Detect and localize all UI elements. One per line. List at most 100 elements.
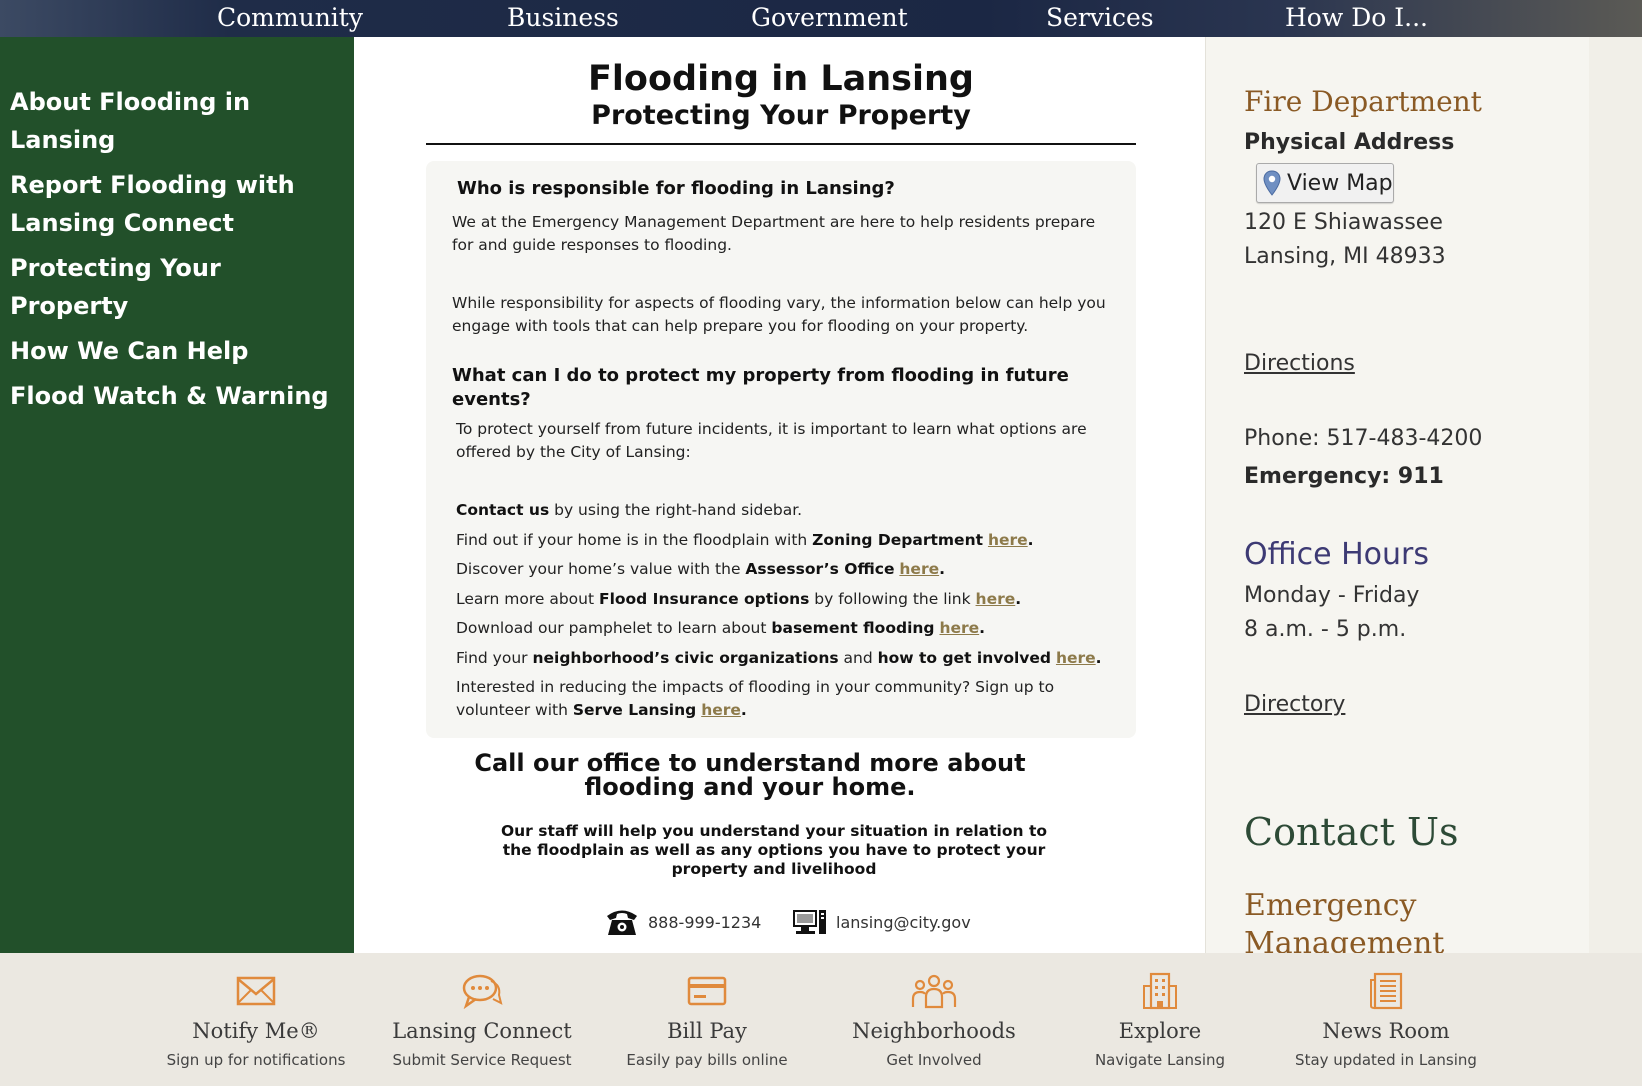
page-title-block: Flooding in Lansing Protecting Your Prop… <box>426 59 1136 145</box>
volunteer-here-link[interactable]: here <box>701 701 741 719</box>
newspaper-icon <box>1281 971 1491 1011</box>
footer-item-title: News Room <box>1322 1019 1450 1043</box>
footer-item-title: Lansing Connect <box>392 1019 572 1043</box>
sidebar-item-report-flooding[interactable]: Report Flooding with Lansing Connect <box>10 166 340 242</box>
footer-item-title: Bill Pay <box>667 1019 747 1043</box>
footer-item-subtitle: Submit Service Request <box>392 1051 572 1069</box>
phone-number[interactable]: 888-999-1234 <box>648 913 761 932</box>
nav-services[interactable]: Services <box>1046 0 1154 37</box>
footer-item-notify-me[interactable]: Notify Me® Sign up for notifications <box>151 971 361 1069</box>
address-line-2: Lansing, MI 48933 <box>1244 244 1446 269</box>
call-to-action-title: Call our office to understand more about… <box>474 749 1026 801</box>
nav-government[interactable]: Government <box>751 0 908 37</box>
volunteer-text: Interested in reducing the impacts of fl… <box>456 678 1055 719</box>
contact-us-heading: Contact Us <box>1244 810 1459 854</box>
options-list: Contact us by using the right-hand sideb… <box>456 499 1110 722</box>
footer-item-subtitle: Stay updated in Lansing <box>1295 1051 1477 1069</box>
emergency-text: Emergency: 911 <box>1244 464 1444 489</box>
footer-item-subtitle: Get Involved <box>886 1051 982 1069</box>
phone-contact: 888-999-1234 <box>604 905 761 939</box>
paragraph-3: To protect yourself from future incident… <box>456 420 1087 461</box>
list-item-basement: Download our pamphelet to learn about ba… <box>456 619 986 637</box>
footer-item-subtitle: Navigate Lansing <box>1094 1051 1226 1069</box>
email-address[interactable]: lansing@city.gov <box>836 913 971 932</box>
footer-item-news-room[interactable]: News Room Stay updated in Lansing <box>1281 971 1491 1069</box>
basement-text: Download our pamphelet to learn about <box>456 619 772 637</box>
footer-item-explore[interactable]: Explore Navigate Lansing <box>1055 971 1265 1069</box>
civic-label: neighborhood’s civic organizations <box>532 648 839 667</box>
civic-text-2: and <box>838 648 878 667</box>
phone-text: Phone: 517-483-4200 <box>1244 426 1483 451</box>
footer-item-title: Neighborhoods <box>852 1019 1016 1043</box>
right-sidebar: Fire Department Physical Address View Ma… <box>1205 37 1589 999</box>
directions-link[interactable]: Directions <box>1244 351 1355 376</box>
list-item-assessor: Discover your home’s value with the Asse… <box>456 560 945 578</box>
contact-us-label: Contact us <box>456 501 550 519</box>
footer-item-title: Explore <box>1118 1019 1202 1043</box>
question-heading-2: What can I do to protect my property fro… <box>452 365 1069 410</box>
zoning-label: Zoning Department <box>812 530 984 549</box>
department-heading: Fire Department <box>1244 85 1482 118</box>
zoning-text: Find out if your home is in the floodpla… <box>456 530 813 549</box>
sidebar-item-protecting-property[interactable]: Protecting Your Property <box>10 249 340 325</box>
footer-item-subtitle: Sign up for notifications <box>166 1051 346 1069</box>
basement-here-link[interactable]: here <box>939 619 979 637</box>
telephone-icon <box>604 907 640 937</box>
view-map-button[interactable]: View Map <box>1256 163 1394 203</box>
nav-how-do-i[interactable]: How Do I... <box>1285 0 1428 37</box>
call-to-action-subtitle: Our staff will help you understand your … <box>500 822 1048 878</box>
office-days: Monday - Friday <box>1244 583 1420 608</box>
people-icon <box>829 971 1039 1011</box>
footer-item-title: Notify Me® <box>192 1019 320 1043</box>
physical-address-label: Physical Address <box>1244 130 1455 155</box>
email-contact: lansing@city.gov <box>792 905 971 939</box>
list-item-insurance: Learn more about Flood Insurance options… <box>456 589 1022 608</box>
footer-item-neighborhoods[interactable]: Neighborhoods Get Involved <box>829 971 1039 1069</box>
assessor-here-link[interactable]: here <box>899 560 939 578</box>
sidebar-item-flood-watch[interactable]: Flood Watch & Warning <box>10 377 340 415</box>
top-navigation: Community Business Government Services H… <box>0 0 1642 37</box>
assessor-text: Discover your home’s value with the <box>456 560 746 578</box>
serve-lansing-label: Serve Lansing <box>572 701 697 719</box>
page-subtitle: Protecting Your Property <box>591 100 971 131</box>
zoning-here-link[interactable]: here <box>988 531 1028 549</box>
footer-item-bill-pay[interactable]: Bill Pay Easily pay bills online <box>602 971 812 1069</box>
insurance-here-link[interactable]: here <box>976 590 1016 608</box>
get-involved-label: how to get involved <box>877 648 1052 667</box>
address-line-1: 120 E Shiawassee <box>1244 210 1443 235</box>
office-hours: 8 a.m. - 5 p.m. <box>1244 617 1407 642</box>
list-item-zoning: Find out if your home is in the floodpla… <box>456 530 1034 549</box>
info-card: Who is responsible for flooding in Lansi… <box>426 161 1136 738</box>
list-item-volunteer: Interested in reducing the impacts of fl… <box>456 678 1055 719</box>
office-hours-heading: Office Hours <box>1244 537 1429 572</box>
map-pin-icon <box>1263 170 1281 196</box>
page-title: Flooding in Lansing <box>588 59 974 99</box>
insurance-text: Learn more about <box>456 589 599 608</box>
computer-icon <box>792 907 828 937</box>
basement-label: basement flooding <box>771 619 935 637</box>
footer-quick-links: Notify Me® Sign up for notifications Lan… <box>0 953 1642 1086</box>
nav-community[interactable]: Community <box>217 0 363 37</box>
building-icon <box>1055 971 1265 1011</box>
paragraph-2: While responsibility for aspects of floo… <box>452 294 1106 335</box>
assessor-label: Assessor’s Office <box>745 560 895 578</box>
main-content: Flooding in Lansing Protecting Your Prop… <box>354 37 1205 953</box>
directory-link[interactable]: Directory <box>1244 692 1345 717</box>
insurance-text-2: by following the link <box>809 589 976 608</box>
question-heading-1: Who is responsible for flooding in Lansi… <box>457 178 895 199</box>
footer-item-lansing-connect[interactable]: Lansing Connect Submit Service Request <box>377 971 587 1069</box>
sidebar-item-about-flooding[interactable]: About Flooding in Lansing <box>10 83 340 159</box>
list-item-contact: Contact us by using the right-hand sideb… <box>456 499 1110 522</box>
footer-item-subtitle: Easily pay bills online <box>626 1051 788 1069</box>
nav-business[interactable]: Business <box>507 0 619 37</box>
left-sidebar: About Flooding in Lansing Report Floodin… <box>0 37 354 953</box>
civic-here-link[interactable]: here <box>1056 649 1096 667</box>
contact-us-text: by using the right-hand sidebar. <box>549 501 803 519</box>
civic-text: Find your <box>456 648 533 667</box>
view-map-label: View Map <box>1287 170 1393 196</box>
sidebar-item-how-we-help[interactable]: How We Can Help <box>10 332 340 370</box>
right-edge-strip <box>1589 37 1642 953</box>
paragraph-1: We at the Emergency Management Departmen… <box>452 213 1096 254</box>
card-icon <box>602 971 812 1011</box>
envelope-icon <box>151 971 361 1011</box>
